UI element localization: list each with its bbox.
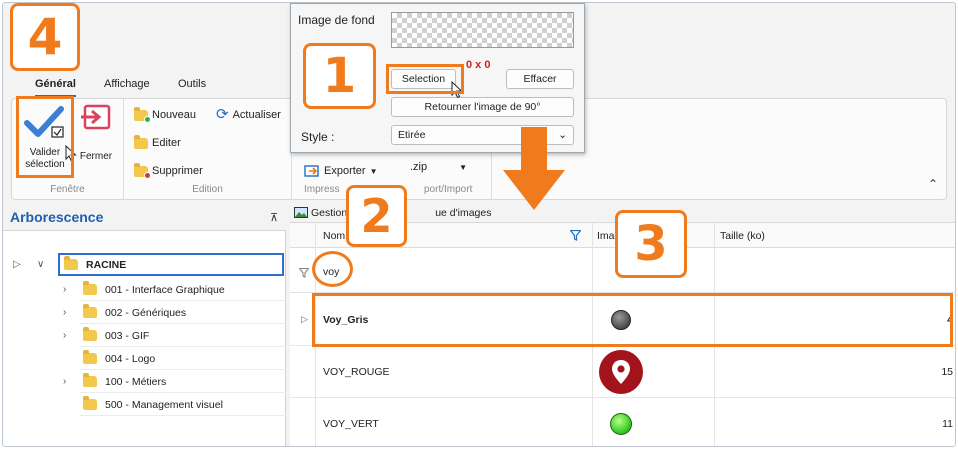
cell-size: 15 xyxy=(941,366,953,378)
tree-item-racine[interactable]: ▷ ∨ RACINE xyxy=(3,253,286,276)
green-light-icon xyxy=(610,413,632,435)
chevron-right-icon[interactable]: › xyxy=(63,307,66,318)
tab-outils[interactable]: Outils xyxy=(178,78,206,90)
new-folder-icon xyxy=(134,106,151,123)
chevron-right-icon[interactable]: › xyxy=(63,284,66,295)
folder-icon xyxy=(64,256,78,270)
cell-name: VOY_ROUGE xyxy=(323,366,390,378)
annotation-1: 1 xyxy=(303,43,376,109)
chevron-down-icon[interactable]: ∨ xyxy=(37,259,44,270)
chevron-down-icon: ▼ xyxy=(459,162,468,172)
new-button[interactable]: Nouveau xyxy=(134,105,196,125)
tree-item-interface[interactable]: › 001 - Interface Graphique xyxy=(3,278,286,301)
edit-folder-icon xyxy=(134,134,148,149)
export-label: Exporter xyxy=(324,165,366,177)
refresh-icon: ⟳ xyxy=(216,106,229,123)
exit-icon xyxy=(81,104,111,130)
cell-size: 11 xyxy=(942,418,953,430)
tree-item-label: RACINE xyxy=(58,253,284,276)
row-indicator-icon: ▷ xyxy=(301,314,308,324)
refresh-button[interactable]: ⟳ Actualiser xyxy=(216,105,281,125)
grid-title-left: Gestion xyxy=(311,206,348,219)
filter-icon[interactable] xyxy=(570,230,581,241)
table-row[interactable]: VOY_ROUGE 15 xyxy=(290,347,955,398)
grid-title-right: ue d'images xyxy=(435,206,492,219)
column-header-name[interactable]: Nom xyxy=(323,230,345,242)
close-button[interactable]: Fermer xyxy=(74,103,118,163)
folder-icon xyxy=(83,327,97,341)
tree-item-label: 003 - GIF xyxy=(83,327,149,342)
red-location-pin-icon xyxy=(599,350,643,394)
zip-button[interactable]: .zip ▼ xyxy=(410,157,467,177)
highlight-filter xyxy=(312,251,353,287)
folder-icon xyxy=(83,396,97,410)
group-fenetre-label: Fenêtre xyxy=(50,184,85,195)
cell-name: VOY_VERT xyxy=(323,418,379,430)
tab-affichage[interactable]: Affichage xyxy=(104,78,150,90)
tree-panel-title: Arborescence xyxy=(10,209,104,225)
zip-label: .zip xyxy=(410,161,428,173)
arrow-shaft xyxy=(521,127,547,171)
clear-button[interactable]: Effacer xyxy=(506,69,574,89)
group-edition: Nouveau ⟳ Actualiser Editer Supprimer Ed… xyxy=(124,99,292,199)
chevron-right-icon[interactable]: › xyxy=(63,376,66,387)
highlight-selection xyxy=(386,64,464,94)
down-arrow-icon xyxy=(503,170,565,210)
tree-item-metiers[interactable]: › 100 - Métiers xyxy=(3,370,286,393)
tree-panel-header: Arborescence ⊼ xyxy=(3,203,286,231)
tree-item-label: 004 - Logo xyxy=(83,350,155,365)
tree-item-generiques[interactable]: › 002 - Génériques xyxy=(3,301,286,324)
background-image-label: Image de fond xyxy=(298,13,375,27)
image-icon xyxy=(294,207,308,218)
annotation-2: 2 xyxy=(346,185,407,247)
rotate-button[interactable]: Retourner l'image de 90° xyxy=(391,97,574,117)
tree-item-gif[interactable]: › 003 - GIF xyxy=(3,324,286,347)
delete-folder-icon xyxy=(134,162,151,179)
tree-item-label: 002 - Génériques xyxy=(83,304,186,319)
new-label: Nouveau xyxy=(152,109,197,121)
image-size-hint: 0 x 0 xyxy=(466,59,491,71)
folder-icon xyxy=(83,281,97,295)
group-import-label: port/Import xyxy=(424,184,473,195)
tree-item-label: 100 - Métiers xyxy=(83,373,166,388)
folder-icon xyxy=(83,304,97,318)
column-header-size[interactable]: Taille (ko) xyxy=(720,230,765,242)
close-label: Fermer xyxy=(79,151,113,162)
folder-icon xyxy=(83,373,97,387)
highlight-validate xyxy=(16,96,74,178)
tree-panel: Arborescence ⊼ ▷ ∨ RACINE › 001 - Interf… xyxy=(3,203,286,446)
edit-label: Editer xyxy=(152,137,181,149)
highlight-row-voy-gris xyxy=(312,293,953,347)
chevron-down-icon: ⌄ xyxy=(558,129,567,141)
folder-icon xyxy=(83,350,97,364)
export-icon xyxy=(304,165,319,177)
tree-item-management[interactable]: 500 - Management visuel xyxy=(3,393,286,416)
annotation-3: 3 xyxy=(615,210,687,278)
table-row[interactable]: VOY_VERT 11 xyxy=(290,399,955,446)
delete-button[interactable]: Supprimer xyxy=(134,161,203,181)
tree-item-label: 001 - Interface Graphique xyxy=(83,281,225,296)
tab-general[interactable]: Général xyxy=(35,78,76,97)
delete-label: Supprimer xyxy=(152,165,203,177)
chevron-right-icon[interactable]: › xyxy=(63,330,66,341)
chevron-down-icon: ▼ xyxy=(369,166,378,176)
tree-item-logo[interactable]: 004 - Logo xyxy=(3,347,286,370)
background-image-preview xyxy=(391,12,574,48)
refresh-label: Actualiser xyxy=(232,109,281,121)
edit-button[interactable]: Editer xyxy=(134,133,181,153)
annotation-4: 4 xyxy=(10,3,80,71)
pin-icon[interactable]: ⊼ xyxy=(270,211,278,224)
filter-icon xyxy=(299,268,309,278)
group-edition-label: Edition xyxy=(192,184,223,195)
export-button[interactable]: Exporter ▼ xyxy=(304,161,378,181)
tree-item-label: 500 - Management visuel xyxy=(83,396,223,411)
collapse-ribbon-icon[interactable]: ⌃ xyxy=(928,177,938,191)
row-indicator-icon: ▷ xyxy=(13,259,21,270)
style-label: Style : xyxy=(301,130,335,144)
